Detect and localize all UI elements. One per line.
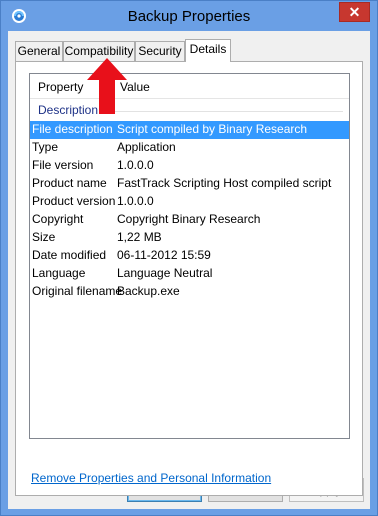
- property-name: File version: [32, 158, 94, 172]
- dialog-body: General Compatibility Security Details P…: [8, 31, 370, 509]
- table-row[interactable]: Product name FastTrack Scripting Host com…: [30, 175, 349, 193]
- table-row[interactable]: Type Application: [30, 139, 349, 157]
- window-title: Backup Properties: [127, 8, 251, 25]
- tab-details[interactable]: Details: [185, 39, 231, 62]
- table-row[interactable]: Copyright Copyright Binary Research: [30, 211, 349, 229]
- close-button[interactable]: ✕: [339, 2, 370, 22]
- tab-general[interactable]: General: [15, 41, 63, 61]
- property-name: Type: [32, 140, 59, 154]
- property-name: Product name: [32, 176, 107, 190]
- property-name: Copyright: [32, 212, 84, 226]
- table-row[interactable]: Product version 1.0.0.0: [30, 193, 349, 211]
- table-row[interactable]: Size 1,22 MB: [30, 229, 349, 247]
- property-name: Original filename: [32, 284, 123, 298]
- property-value: Script compiled by Binary Research: [117, 122, 308, 136]
- red-up-arrow-icon: [87, 58, 127, 114]
- table-row[interactable]: Language Language Neutral: [30, 265, 349, 283]
- property-value: Language Neutral: [117, 266, 213, 280]
- details-list[interactable]: Property Value Description File descript…: [29, 73, 350, 439]
- property-rows: File description Script compiled by Binar…: [30, 121, 349, 301]
- property-value: Backup.exe: [117, 284, 180, 298]
- property-value: FastTrack Scripting Host compiled script: [117, 176, 332, 190]
- table-row[interactable]: File description Script compiled by Binar…: [30, 121, 349, 139]
- property-name: Product version: [32, 194, 116, 208]
- property-value: 1.0.0.0: [117, 158, 154, 172]
- properties-window: Backup Properties ✕ General Compatibilit…: [0, 0, 378, 516]
- property-value: 1.0.0.0: [117, 194, 154, 208]
- property-name: File description: [32, 122, 113, 136]
- property-name: Language: [32, 266, 86, 280]
- property-name: Date modified: [32, 248, 107, 262]
- property-name: Size: [32, 230, 56, 244]
- property-value: 1,22 MB: [117, 230, 162, 244]
- tab-security[interactable]: Security: [135, 41, 185, 61]
- property-value: 06-11-2012 15:59: [117, 248, 211, 262]
- details-panel: Property Value Description File descript…: [15, 61, 363, 496]
- group-divider: [106, 111, 343, 112]
- table-row[interactable]: File version 1.0.0.0: [30, 157, 349, 175]
- title-bar[interactable]: Backup Properties ✕: [1, 1, 377, 31]
- column-headers: Property Value: [30, 74, 349, 99]
- property-value: Copyright Binary Research: [117, 212, 261, 226]
- table-row[interactable]: Original filename Backup.exe: [30, 283, 349, 301]
- property-value: Application: [117, 140, 176, 154]
- column-header-property[interactable]: Property: [38, 80, 83, 94]
- table-row[interactable]: Date modified 06-11-2012 15:59: [30, 247, 349, 265]
- remove-properties-link[interactable]: Remove Properties and Personal Informati…: [31, 471, 271, 485]
